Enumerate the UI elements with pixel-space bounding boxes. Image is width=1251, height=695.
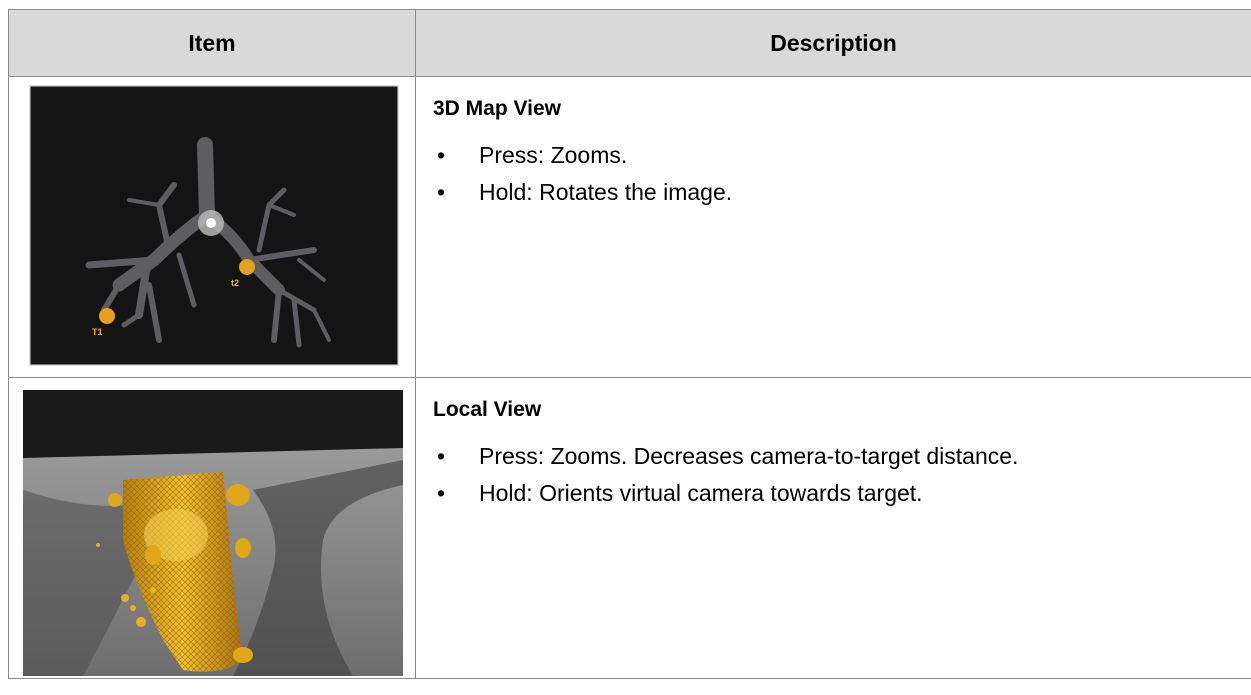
table-row: t2 T1 3D Map View • Press: Zooms. • Hold: … [8,76,1251,378]
bullet-list: • Press: Zooms. Decreases camera-to-targe… [433,442,1251,507]
bullet-icon: • [437,443,446,469]
marker-t1-label: T1 [92,327,103,337]
list-item: • Press: Zooms. [437,142,628,168]
local-view-image [23,390,403,676]
item-cell [8,377,416,679]
header-description: Description [415,9,1251,77]
list-item: • Hold: Rotates the image. [437,179,733,205]
item-title: 3D Map View [433,97,561,120]
list-item: • Press: Zooms. Decreases camera-to-targe… [437,443,1019,469]
header-item: Item [8,9,416,77]
item-description-table: Item Description t2 T1 3D Map View • Pre… [8,9,1251,679]
bullet-icon: • [437,480,446,506]
item-title: Local View [433,398,542,421]
bullet-icon: • [437,142,446,168]
bullet-list: • Press: Zooms. • Hold: Rotates the image. [433,141,1251,206]
item-cell: t2 T1 [8,76,416,378]
marker-t2-label: t2 [231,278,239,288]
table-header-row: Item Description [8,9,1251,77]
list-item: • Hold: Orients virtual camera towards ta… [437,480,923,506]
description-cell: 3D Map View • Press: Zooms. • Hold: Rotate… [415,76,1251,378]
table-row: Local View • Press: Zooms. Decreases came… [8,377,1251,679]
3d-map-view-image: t2 T1 [29,85,399,366]
description-cell: Local View • Press: Zooms. Decreases came… [415,377,1251,679]
bullet-icon: • [437,179,446,205]
